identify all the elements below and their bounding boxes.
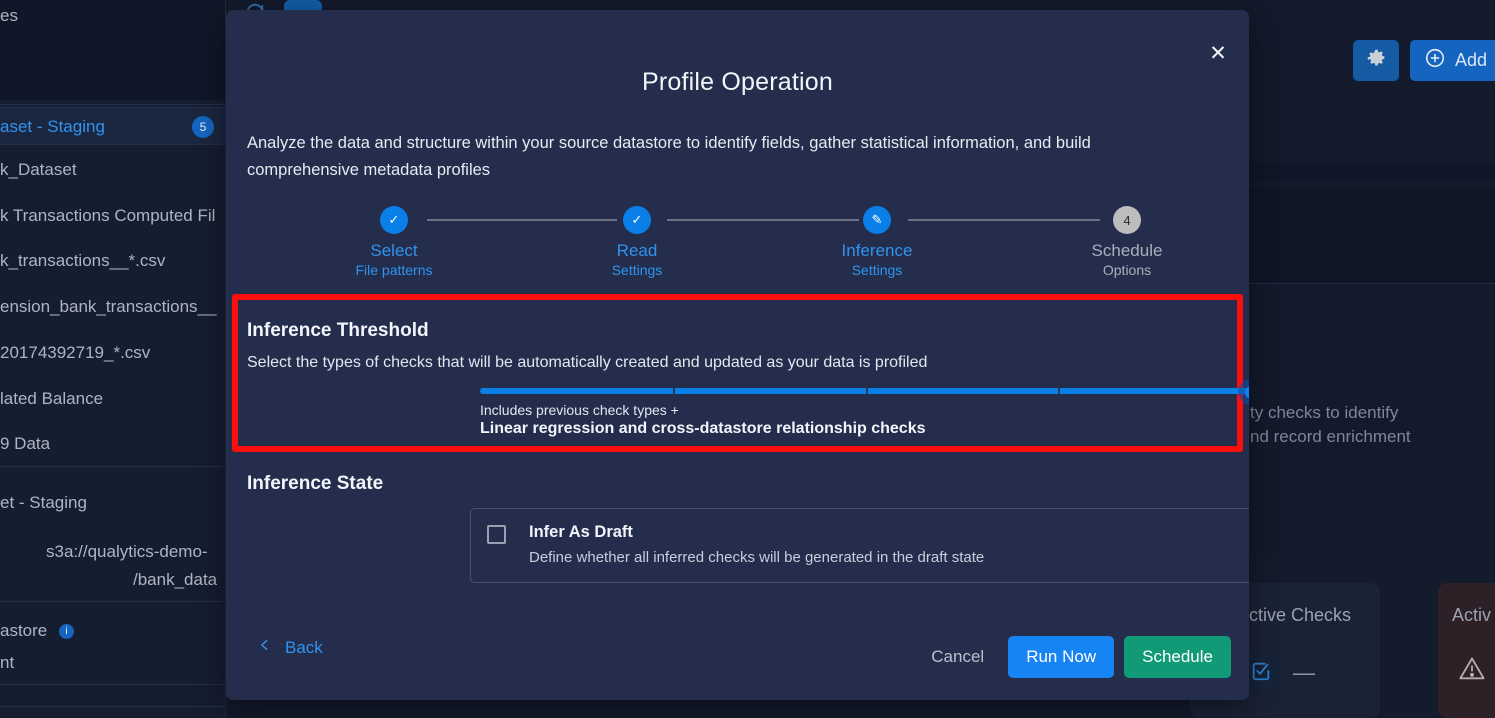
divider [0, 104, 225, 105]
background-strip [1249, 188, 1495, 283]
stat-card-value: — [1293, 660, 1315, 685]
bg-row-text: lated Balance [0, 389, 104, 408]
step-label-secondary: Options [1102, 262, 1152, 278]
bg-selected-row[interactable]: aset - Staging 5 [0, 107, 225, 145]
slider-caption-previous: Includes previous check types + [480, 402, 679, 418]
step-label-secondary: Settings [611, 262, 663, 278]
bg-row-text: es [0, 6, 18, 25]
inference-threshold-title: Inference Threshold [247, 320, 429, 341]
divider [0, 706, 225, 707]
gear-icon [1366, 48, 1387, 74]
back-button-label: Back [285, 637, 323, 657]
bg-row-text: /bank_data [133, 570, 218, 589]
info-icon: i [58, 624, 74, 640]
wizard-stepper: ✓ Select File patterns ✓ Read Settings ✎… [247, 206, 1228, 298]
stepper-step-select[interactable]: ✓ Select File patterns [319, 206, 469, 278]
infer-as-draft-card[interactable]: Infer As Draft Define whether all inferr… [470, 508, 1249, 583]
stat-card-active-anomalies[interactable] [1438, 583, 1495, 718]
bg-row-text: et - Staging [0, 493, 87, 512]
slider-tick [865, 388, 868, 394]
infer-as-draft-checkbox[interactable] [487, 525, 506, 544]
slider-caption-current: Linear regression and cross-datastore re… [480, 420, 926, 437]
profile-operation-modal: ✕ Profile Operation Analyze the data and… [226, 10, 1249, 700]
slider-fill [480, 388, 1249, 394]
inference-state-section: Inference State [247, 473, 383, 495]
step-label-secondary: Settings [851, 262, 903, 278]
infer-as-draft-description: Define whether all inferred checks will … [529, 549, 985, 566]
add-button-label: Add [1455, 50, 1488, 70]
stepper-step-schedule[interactable]: 4 Schedule Options [1052, 206, 1202, 278]
bg-row-text: nt [0, 653, 15, 672]
stepper-step-inference[interactable]: ✎ Inference Settings [802, 206, 952, 278]
stat-card-title: ctive Checks [1249, 605, 1352, 625]
background-strip [1249, 162, 1495, 182]
run-now-button[interactable]: Run Now [1008, 636, 1115, 678]
step-label-secondary: File patterns [355, 262, 433, 278]
step-marker: 4 [1113, 206, 1141, 234]
background-description-line: ty checks to identify [1250, 403, 1399, 422]
infer-as-draft-label: Infer As Draft [529, 523, 633, 541]
inference-state-title: Inference State [247, 473, 384, 494]
inference-threshold-slider[interactable] [480, 379, 1249, 405]
divider [1249, 283, 1495, 284]
modal-description: Analyze the data and structure within yo… [247, 134, 1091, 179]
step-label-primary: Select [370, 241, 418, 260]
bg-row-text: s3a://qualytics-demo- [46, 542, 208, 561]
settings-button[interactable] [1353, 40, 1399, 81]
slider-tick [1058, 388, 1061, 394]
close-icon[interactable]: ✕ [1203, 38, 1233, 68]
back-button[interactable]: Back [258, 636, 323, 659]
bg-row-text: astore i [0, 621, 225, 641]
divider [0, 601, 225, 602]
bg-row-text: 20174392719_*.csv [0, 343, 151, 362]
step-marker: ✓ [623, 206, 651, 234]
step-label-primary: Read [616, 241, 658, 260]
warning-triangle-icon [1458, 655, 1486, 688]
bg-row-text: ension_bank_transactions__ [0, 297, 217, 316]
bg-row-text: k_transactions__*.csv [0, 251, 166, 270]
slider-tick [672, 388, 675, 394]
background-left-panel: es aset - Staging 5 k_Dataset k Transact… [0, 0, 226, 718]
bg-row-text: 9 Data [0, 434, 51, 453]
page-title: Profile Operation [642, 68, 833, 96]
count-badge: 5 [192, 116, 214, 138]
app-root: es aset - Staging 5 k_Dataset k Transact… [0, 0, 1495, 718]
chevron-left-icon [258, 636, 271, 659]
bg-row-text: k Transactions Computed Fil [0, 206, 216, 225]
step-marker: ✓ [380, 206, 408, 234]
divider [0, 466, 225, 467]
schedule-button[interactable]: Schedule [1124, 636, 1231, 678]
step-label-primary: Schedule [1091, 241, 1163, 260]
bg-row-label: astore [0, 621, 48, 640]
inference-threshold-subtitle: Select the types of checks that will be … [247, 354, 928, 371]
bg-selected-row-label: aset - Staging [0, 117, 105, 136]
add-button[interactable]: Add [1410, 40, 1495, 81]
background-description-line: nd record enrichment [1250, 427, 1411, 446]
cancel-button[interactable]: Cancel [917, 638, 998, 676]
divider [0, 684, 225, 685]
stepper-step-read[interactable]: ✓ Read Settings [562, 206, 712, 278]
step-label-primary: Inference [841, 241, 913, 260]
bg-row-text: k_Dataset [0, 160, 77, 179]
inference-threshold-section: Inference Threshold Select the types of … [247, 320, 927, 372]
plus-circle-icon [1424, 47, 1446, 74]
footer-actions: Cancel Run Now Schedule [917, 636, 1231, 678]
stat-card-title: Activ [1452, 605, 1492, 625]
step-marker: ✎ [863, 206, 891, 234]
